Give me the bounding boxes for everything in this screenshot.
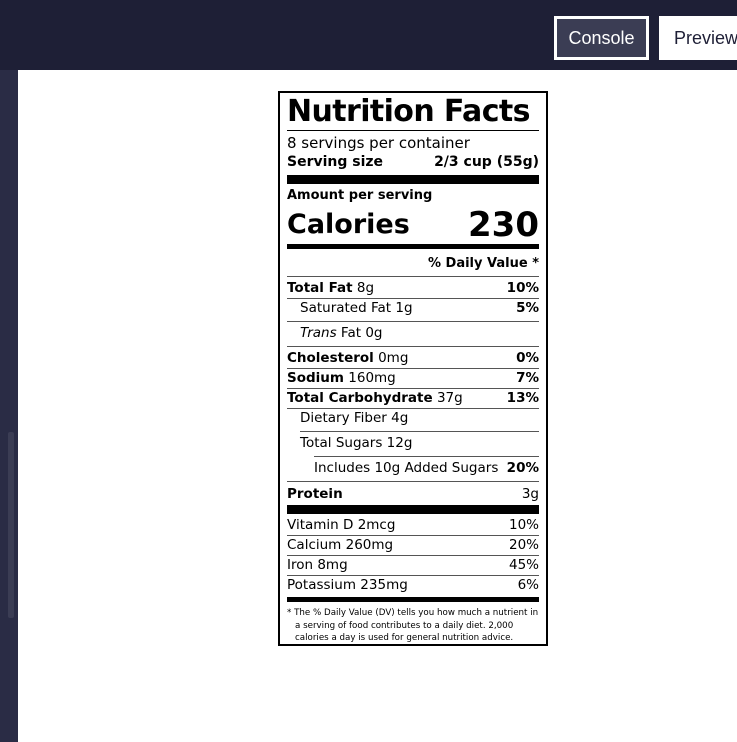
nutrient-amount: 4g <box>391 410 409 426</box>
nutrient-dv: 0% <box>516 350 539 366</box>
nutrient-amount: 8g <box>356 280 375 296</box>
vitamin-row: Potassium 235mg 6% <box>287 576 539 595</box>
nutrient-row-cholesterol: Cholesterol 0mg 0% <box>287 349 539 368</box>
nutrient-row-saturated-fat: Saturated Fat 1g 5% <box>287 299 539 318</box>
thick-divider <box>287 505 539 514</box>
divider <box>287 130 539 131</box>
calories-value: 230 <box>468 205 539 245</box>
medium-divider <box>287 597 539 602</box>
serving-size-row: Serving size 2/3 cup (55g) <box>287 153 539 172</box>
nutrient-row-total-sugars: Total Sugars 12g <box>287 434 539 453</box>
nutrient-dv: 7% <box>516 370 539 386</box>
vitamin-row: Vitamin D 2mcg 10% <box>287 516 539 535</box>
console-button[interactable]: Console <box>554 16 649 60</box>
nutrient-name: Total Fat <box>287 280 353 296</box>
vitamin-name: Iron 8mg <box>287 557 348 573</box>
left-panel-scrollbar[interactable] <box>8 432 14 618</box>
nutrient-name: Total Carbohydrate <box>287 390 433 406</box>
servings-per-container: 8 servings per container <box>287 134 470 152</box>
nutrient-row-protein: Protein 3g <box>287 485 539 504</box>
footnote: * The % Daily Value (DV) tells you how m… <box>287 608 539 643</box>
nutrient-amount: 1g <box>395 300 413 316</box>
nutrient-name: Dietary Fiber <box>300 410 387 426</box>
vitamin-dv: 45% <box>508 557 539 573</box>
nutrient-amount: 37g <box>436 390 463 406</box>
nutrient-amount: 160mg <box>348 370 396 386</box>
divider <box>287 346 539 347</box>
calories-label: Calories <box>287 209 410 240</box>
nutrient-row-dietary-fiber: Dietary Fiber 4g <box>287 409 539 428</box>
divider <box>300 431 539 432</box>
nutrient-amount: 3g <box>521 486 539 502</box>
amount-per-serving: Amount per serving <box>287 188 433 203</box>
nutrient-amount: 0g <box>365 325 383 341</box>
nutrient-row-total-carbohydrate: Total Carbohydrate 37g 13% <box>287 389 539 408</box>
vitamin-dv: 10% <box>508 517 539 533</box>
divider <box>287 481 539 482</box>
nutrient-name: Protein <box>287 486 343 502</box>
nutrient-row-total-fat: Total Fat 8g 10% <box>287 279 539 298</box>
nutrient-name: Cholesterol <box>287 350 374 366</box>
nutrient-row-trans-fat: Trans Fat 0g <box>287 324 539 343</box>
vitamin-dv: 6% <box>517 577 539 593</box>
nutrient-name: Sodium <box>287 370 344 386</box>
vitamin-name: Potassium 235mg <box>287 577 408 593</box>
nutrient-amount: 0mg <box>378 350 409 366</box>
divider <box>287 321 539 322</box>
nutrient-name: Includes 10g Added Sugars <box>314 460 499 476</box>
vitamin-row: Calcium 260mg 20% <box>287 536 539 555</box>
nutrient-dv: 10% <box>506 280 539 296</box>
calories-row: Calories 230 <box>287 204 539 242</box>
label-title: Nutrition Facts <box>287 94 530 129</box>
vitamin-dv: 20% <box>508 537 539 553</box>
nutrient-name-suffix: Fat <box>340 325 362 341</box>
nutrient-name: Trans <box>300 325 337 341</box>
vitamin-name: Calcium 260mg <box>287 537 394 553</box>
nutrient-dv: 20% <box>506 460 539 476</box>
serving-size-label: Serving size <box>287 154 384 170</box>
nutrient-row-added-sugars: Includes 10g Added Sugars 20% <box>287 459 539 478</box>
divider <box>287 276 539 277</box>
nutrient-dv: 5% <box>516 300 539 316</box>
nutrition-label: Nutrition Facts 8 servings per container… <box>278 91 548 646</box>
nutrient-row-sodium: Sodium 160mg 7% <box>287 369 539 388</box>
thick-divider <box>287 175 539 184</box>
preview-button[interactable]: Preview <box>659 16 737 60</box>
daily-value-header: % Daily Value * <box>427 256 539 271</box>
divider <box>314 456 539 457</box>
nutrient-name: Total Sugars <box>300 435 383 451</box>
vitamin-row: Iron 8mg 45% <box>287 556 539 575</box>
top-bar: Console Preview <box>0 0 737 70</box>
left-panel <box>0 70 18 742</box>
vitamin-name: Vitamin D 2mcg <box>287 517 396 533</box>
nutrient-name: Saturated Fat <box>300 300 392 316</box>
serving-size-value: 2/3 cup (55g) <box>434 154 539 170</box>
nutrient-dv: 13% <box>506 390 539 406</box>
nutrient-amount: 12g <box>386 435 413 451</box>
